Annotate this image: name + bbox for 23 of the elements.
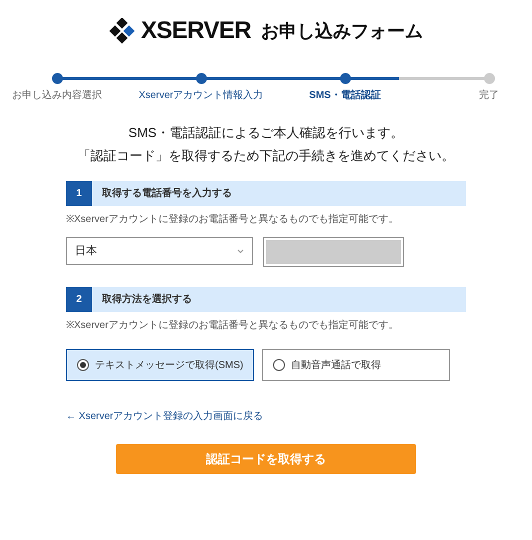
section-title: 取得方法を選択する: [102, 292, 192, 307]
step-label: SMS・電話認証: [309, 88, 381, 103]
step-number: 1: [66, 181, 92, 206]
method-option[interactable]: 自動音声通話で取得: [262, 349, 450, 381]
phone-field[interactable]: [263, 237, 404, 267]
step-label: 完了: [479, 88, 499, 103]
method-option[interactable]: テキストメッセージで取得(SMS): [66, 349, 254, 381]
radio-icon: [77, 359, 89, 371]
step-label: お申し込み内容選択: [12, 88, 102, 103]
section-note: ※Xserverアカウントに登録のお電話番号と異なるものでも指定可能です。: [66, 318, 400, 333]
step-label: Xserverアカウント情報入力: [138, 88, 264, 103]
intro-text: SMS・電話認証によるご本人確認を行います。: [128, 124, 404, 142]
section-title: 取得する電話番号を入力する: [102, 186, 232, 201]
intro-text: 「認証コード」を取得するため下記の手続きを進めてください。: [78, 146, 454, 164]
country-select[interactable]: 日本: [66, 237, 253, 265]
section-note: ※Xserverアカウントに登録のお電話番号と異なるものでも指定可能です。: [66, 212, 400, 227]
logo-text: XSERVER: [140, 16, 252, 46]
step-number: 2: [66, 287, 92, 312]
chevron-icon: [237, 248, 244, 254]
back-link[interactable]: ← Xserverアカウント登録の入力画面に戻る: [66, 409, 264, 424]
radio-icon: [273, 359, 285, 371]
logo-icon: [108, 18, 135, 44]
page-title: お申し込みフォーム: [261, 20, 424, 42]
